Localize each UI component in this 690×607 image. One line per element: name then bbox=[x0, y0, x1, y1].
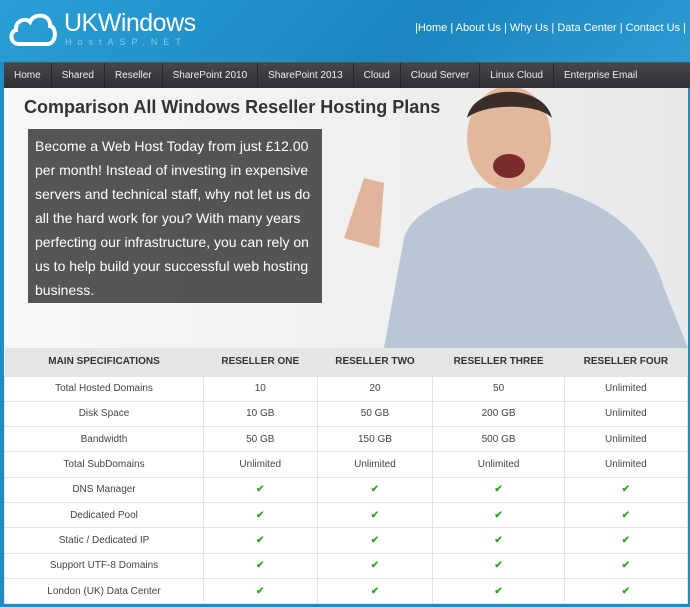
check-icon: ✔ bbox=[432, 527, 565, 554]
spec-value: 20 bbox=[316, 375, 434, 402]
spec-value: Unlimited bbox=[563, 451, 689, 478]
table-header-row: MAIN SPECIFICATIONS RESELLER ONE RESELLER … bbox=[4, 348, 688, 376]
check-icon: ✔ bbox=[203, 552, 318, 579]
nav-sharepoint-2010[interactable]: SharePoint 2010 bbox=[163, 63, 259, 88]
top-link-about[interactable]: About Us bbox=[456, 22, 501, 34]
main-nav: Home Shared Reseller SharePoint 2010 Sha… bbox=[4, 62, 690, 88]
check-icon: ✔ bbox=[316, 577, 434, 605]
spec-label: Static / Dedicated IP bbox=[4, 527, 204, 554]
table-row: London (UK) Data Center ✔ ✔ ✔ ✔ bbox=[4, 577, 689, 605]
top-link-home[interactable]: Home bbox=[418, 22, 447, 34]
nav-reseller[interactable]: Reseller bbox=[105, 63, 163, 88]
table-row: Support UTF-8 Domains ✔ ✔ ✔ ✔ bbox=[4, 552, 689, 579]
check-icon: ✔ bbox=[563, 476, 689, 503]
table-row: Static / Dedicated IP ✔ ✔ ✔ ✔ bbox=[4, 527, 689, 554]
spec-value: Unlimited bbox=[563, 400, 689, 428]
check-icon: ✔ bbox=[432, 577, 565, 605]
comparison-table: MAIN SPECIFICATIONS RESELLER ONE RESELLER … bbox=[4, 348, 689, 605]
nav-shared[interactable]: Shared bbox=[52, 63, 105, 88]
check-icon: ✔ bbox=[316, 476, 434, 503]
check-icon: ✔ bbox=[563, 577, 689, 605]
spec-value: Unlimited bbox=[316, 451, 434, 478]
spec-value: 50 bbox=[432, 375, 565, 402]
spec-value: Unlimited bbox=[563, 426, 689, 453]
spec-label: DNS Manager bbox=[4, 476, 204, 503]
spec-value: 500 GB bbox=[432, 426, 565, 453]
column-header: RESELLER TWO bbox=[317, 348, 433, 376]
check-icon: ✔ bbox=[432, 476, 565, 503]
column-header: RESELLER ONE bbox=[203, 348, 317, 376]
spec-label: Support UTF-8 Domains bbox=[4, 552, 204, 579]
spec-value: 50 GB bbox=[316, 400, 434, 428]
spec-value: Unlimited bbox=[203, 451, 318, 478]
spec-value: Unlimited bbox=[563, 375, 689, 402]
spec-value: 10 bbox=[203, 375, 318, 402]
cloud-logo-icon bbox=[9, 13, 57, 46]
table-row: Disk Space 10 GB 50 GB 200 GB Unlimited bbox=[4, 400, 689, 428]
check-icon: ✔ bbox=[563, 501, 689, 529]
top-link-datacenter[interactable]: Data Center bbox=[557, 22, 616, 34]
top-link-why[interactable]: Why Us bbox=[510, 22, 549, 34]
nav-enterprise-email[interactable]: Enterprise Email bbox=[554, 63, 647, 88]
spec-value: 50 GB bbox=[203, 426, 318, 453]
check-icon: ✔ bbox=[563, 527, 689, 554]
spec-label: Bandwidth bbox=[4, 426, 204, 453]
nav-cloud[interactable]: Cloud bbox=[354, 63, 401, 88]
logo-subtitle: HostASP.NET bbox=[65, 37, 187, 47]
nav-linux-cloud[interactable]: Linux Cloud bbox=[480, 63, 554, 88]
spec-value: Unlimited bbox=[432, 451, 565, 478]
page-title: Comparison All Windows Reseller Hosting … bbox=[24, 97, 441, 117]
top-link-contact[interactable]: Contact Us bbox=[626, 22, 680, 34]
check-icon: ✔ bbox=[563, 552, 689, 579]
hero-banner: Comparison All Windows Reseller Hosting … bbox=[4, 88, 688, 348]
top-links: |Home | About Us | Why Us | Data Center … bbox=[415, 22, 686, 34]
column-header: MAIN SPECIFICATIONS bbox=[4, 348, 204, 376]
spec-label: London (UK) Data Center bbox=[4, 577, 204, 605]
column-header: RESELLER THREE bbox=[432, 348, 565, 376]
spec-value: 150 GB bbox=[316, 426, 434, 453]
check-icon: ✔ bbox=[203, 476, 318, 503]
spec-value: 200 GB bbox=[432, 400, 565, 428]
check-icon: ✔ bbox=[316, 527, 434, 554]
logo-title[interactable]: UKWindows bbox=[64, 9, 196, 38]
check-icon: ✔ bbox=[316, 552, 434, 579]
table-row: DNS Manager ✔ ✔ ✔ ✔ bbox=[4, 476, 689, 503]
table-row: Total Hosted Domains 10 20 50 Unlimited bbox=[4, 375, 689, 402]
table-row: Total SubDomains Unlimited Unlimited Unlimi… bbox=[4, 451, 689, 478]
spec-value: 10 GB bbox=[203, 400, 318, 428]
check-icon: ✔ bbox=[432, 552, 565, 579]
check-icon: ✔ bbox=[203, 527, 318, 554]
table-row: Dedicated Pool ✔ ✔ ✔ ✔ bbox=[4, 501, 689, 529]
table-row: Bandwidth 50 GB 150 GB 500 GB Unlimited bbox=[4, 426, 689, 453]
hero-man-image bbox=[344, 88, 688, 348]
check-icon: ✔ bbox=[432, 501, 565, 529]
spec-label: Total SubDomains bbox=[4, 451, 204, 478]
promo-text: Become a Web Host Today from just £12.00… bbox=[28, 129, 322, 303]
nav-cloud-server[interactable]: Cloud Server bbox=[401, 63, 481, 88]
spec-label: Disk Space bbox=[4, 400, 204, 428]
column-header: RESELLER FOUR bbox=[564, 348, 688, 376]
check-icon: ✔ bbox=[316, 501, 434, 529]
spec-label: Dedicated Pool bbox=[4, 501, 204, 529]
site-header: UKWindows HostASP.NET |Home | About Us |… bbox=[0, 0, 690, 62]
spec-label: Total Hosted Domains bbox=[4, 375, 204, 402]
nav-sharepoint-2013[interactable]: SharePoint 2013 bbox=[258, 63, 354, 88]
check-icon: ✔ bbox=[203, 577, 318, 605]
nav-home[interactable]: Home bbox=[4, 63, 52, 88]
check-icon: ✔ bbox=[203, 501, 318, 529]
